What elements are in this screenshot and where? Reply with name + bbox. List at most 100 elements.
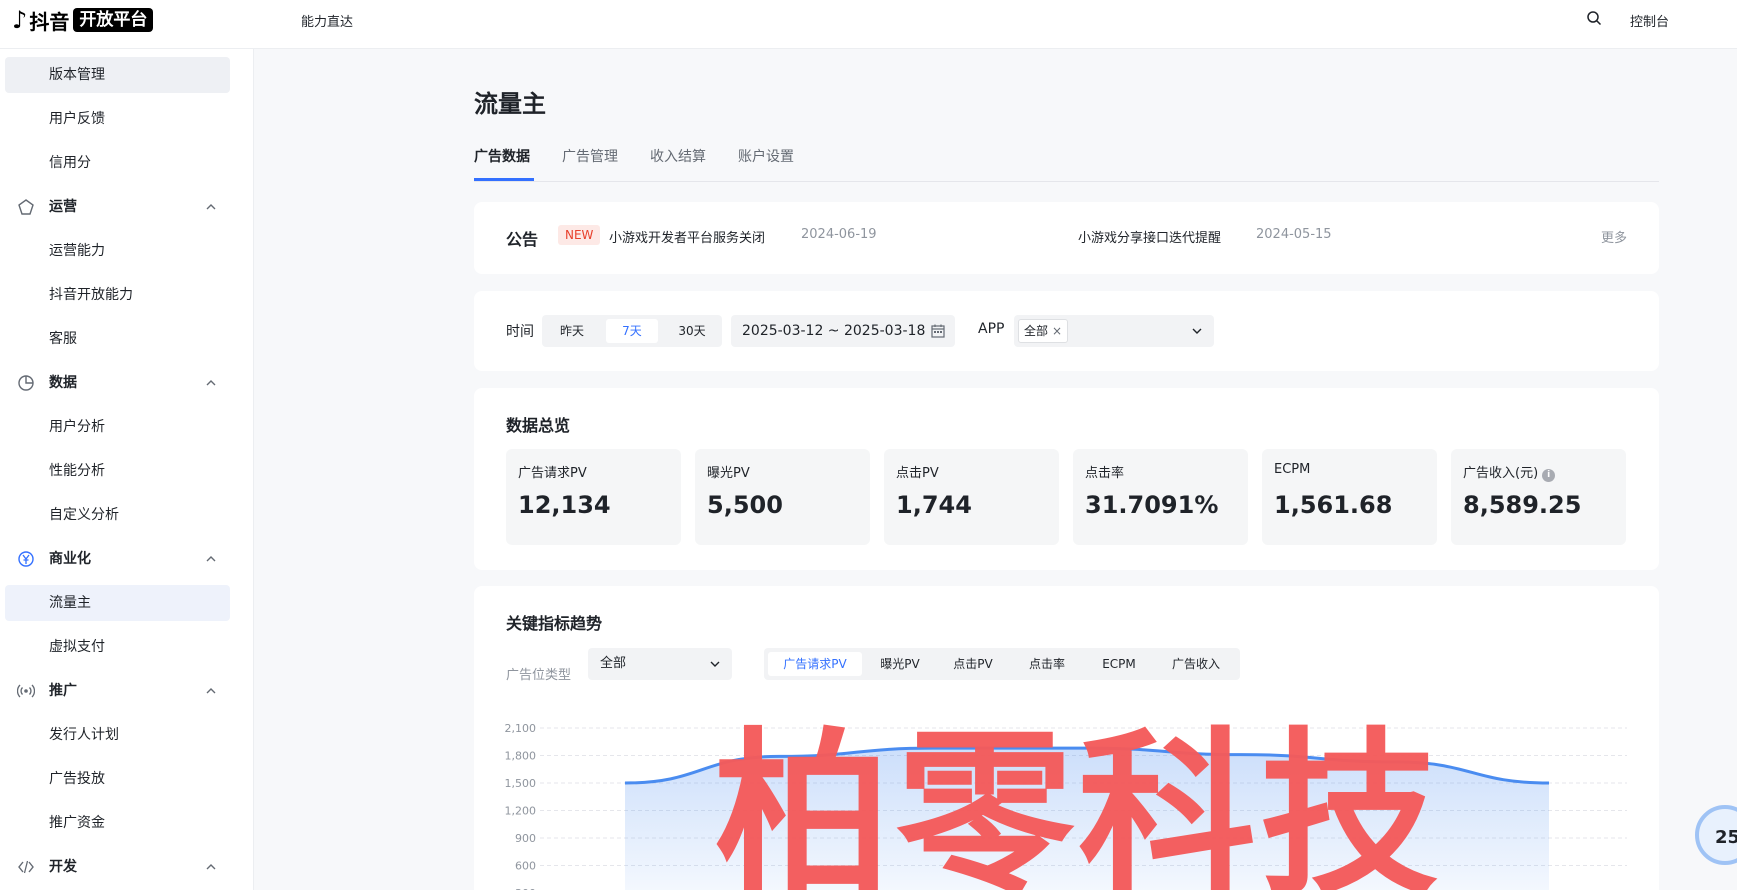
app-tag-label: 全部	[1024, 324, 1049, 338]
sidebar-item-virtual-payment[interactable]: 虚拟支付	[5, 629, 230, 665]
operations-icon	[18, 199, 34, 215]
notice-label: 公告	[506, 230, 539, 249]
sidebar-group-label: 开发	[49, 859, 77, 875]
sidebar-item-custom-analysis[interactable]: 自定义分析	[5, 497, 230, 533]
sidebar-group-development[interactable]: 开发	[5, 849, 230, 885]
chevron-down-icon	[1192, 328, 1202, 334]
brand-badge: 开放平台	[73, 8, 154, 32]
sidebar-group-monetization[interactable]: 商业化	[5, 541, 230, 577]
yuan-circle-icon	[18, 551, 34, 567]
metric-label: 点击率	[1085, 466, 1125, 481]
active-tab-indicator	[474, 178, 534, 181]
chevron-up-icon	[206, 556, 216, 562]
tab-income-settlement[interactable]: 收入结算	[650, 146, 706, 166]
metric-card: 点击PV 1,744	[884, 449, 1059, 545]
notice-link[interactable]: 小游戏开发者平台服务关闭	[609, 227, 765, 246]
sidebar-group-label: 商业化	[49, 551, 91, 567]
time-label: 时间	[506, 324, 534, 340]
metric-card: ECPM 1,561.68	[1262, 449, 1437, 545]
sidebar-group-promotion[interactable]: 推广	[5, 673, 230, 709]
broadcast-icon	[17, 684, 35, 698]
calendar-icon	[931, 324, 945, 338]
sidebar-item-promotion-funds[interactable]: 推广资金	[5, 805, 230, 841]
sidebar-item-douyin-open-capability[interactable]: 抖音开放能力	[5, 277, 230, 313]
time-option-7days[interactable]: 7天	[606, 319, 658, 343]
y-tick-label: 600	[515, 860, 536, 873]
date-range-picker[interactable]: 2025-03-12 ~ 2025-03-18	[731, 315, 955, 347]
watermark-text: 柏零科技	[714, 712, 1442, 890]
chevron-up-icon	[206, 380, 216, 386]
sidebar-item-operations-capability[interactable]: 运营能力	[5, 233, 230, 269]
sidebar-item-user-feedback[interactable]: 用户反馈	[5, 101, 230, 137]
notice-link[interactable]: 小游戏分享接口迭代提醒	[1078, 227, 1221, 246]
time-range-segmented: 昨天 7天 30天	[542, 315, 722, 347]
metric-value: 12,134	[518, 491, 611, 519]
date-range-value: 2025-03-12 ~ 2025-03-18	[742, 323, 926, 339]
overview-card: 数据总览 广告请求PV 12,134 曝光PV 5,500 点击PV 1,744…	[474, 388, 1659, 570]
chevron-up-icon	[206, 204, 216, 210]
notice-date: 2024-06-19	[801, 227, 877, 242]
chevron-up-icon	[206, 688, 216, 694]
y-tick-label: 1,500	[505, 777, 537, 790]
sidebar-item-ad-delivery[interactable]: 广告投放	[5, 761, 230, 797]
metric-value: 31.7091%	[1085, 491, 1219, 519]
sidebar-group-data[interactable]: 数据	[5, 365, 230, 401]
sidebar-item-publisher-plan[interactable]: 发行人计划	[5, 717, 230, 753]
metric-value: 5,500	[707, 491, 783, 519]
search-icon[interactable]	[1586, 10, 1602, 26]
sidebar-item-traffic-owner[interactable]: 流量主	[5, 585, 230, 621]
metric-card: 曝光PV 5,500	[695, 449, 870, 545]
sidebar-item-performance-analysis[interactable]: 性能分析	[5, 453, 230, 489]
metric-label: ECPM	[1274, 462, 1311, 477]
y-tick-label: 1,200	[505, 805, 537, 818]
tiktok-note-icon: ♪	[12, 6, 28, 34]
metric-card: 广告收入(元) i 8,589.25	[1451, 449, 1626, 545]
time-option-yesterday[interactable]: 昨天	[546, 319, 598, 343]
time-option-30days[interactable]: 30天	[666, 319, 718, 343]
metric-label: 广告请求PV	[518, 466, 587, 481]
metric-label: 广告收入(元) i	[1463, 462, 1556, 482]
top-bar: ♪ 抖音 开放平台 能力直达 控制台	[0, 0, 1737, 49]
metric-value: 1,744	[896, 491, 972, 519]
sidebar: 版本管理 用户反馈 信用分 运营 运营能力 抖音开放能力 客服 数据 用户分析 …	[0, 49, 254, 890]
metric-value: 1,561.68	[1274, 491, 1393, 519]
douyin-logo[interactable]: ♪ 抖音 开放平台	[12, 6, 154, 34]
y-tick-label: 900	[515, 832, 536, 845]
notice-card: 公告 NEW 小游戏开发者平台服务关闭 2024-06-19 小游戏分享接口迭代…	[474, 202, 1659, 274]
app-label: APP	[978, 321, 1005, 337]
metric-label: 曝光PV	[707, 466, 750, 481]
y-tick-label: 2,100	[505, 722, 537, 735]
tab-ad-management[interactable]: 广告管理	[562, 146, 618, 166]
sidebar-item-user-analysis[interactable]: 用户分析	[5, 409, 230, 445]
chevron-up-icon	[206, 864, 216, 870]
metric-label-text: 广告收入(元)	[1463, 466, 1539, 481]
y-tick-label: 1,800	[505, 750, 537, 763]
code-icon	[18, 860, 34, 874]
sidebar-item-customer-service[interactable]: 客服	[5, 321, 230, 357]
info-icon[interactable]: i	[1542, 469, 1556, 482]
page-tabs: 广告数据 广告管理 收入结算 账户设置	[474, 138, 1659, 182]
tab-account-settings[interactable]: 账户设置	[738, 146, 794, 166]
close-icon[interactable]: ×	[1052, 324, 1062, 338]
sidebar-group-operations[interactable]: 运营	[5, 189, 230, 225]
floating-badge-value: 25	[1715, 827, 1737, 848]
app-select[interactable]: 全部 ×	[1014, 315, 1214, 347]
capability-shortcut-link[interactable]: 能力直达	[301, 11, 353, 30]
sidebar-group-label: 数据	[49, 375, 77, 391]
console-link[interactable]: 控制台	[1630, 11, 1669, 30]
pie-chart-icon	[18, 375, 34, 391]
metric-label: 点击PV	[896, 466, 939, 481]
tab-ad-data[interactable]: 广告数据	[474, 146, 530, 166]
notice-more-link[interactable]: 更多	[1601, 227, 1627, 246]
sidebar-group-label: 推广	[49, 683, 77, 699]
overview-title: 数据总览	[506, 416, 571, 435]
new-badge: NEW	[558, 225, 601, 245]
sidebar-item-version-management[interactable]: 版本管理	[5, 57, 230, 93]
metric-card: 广告请求PV 12,134	[506, 449, 681, 545]
sidebar-item-credit-score[interactable]: 信用分	[5, 145, 230, 181]
metric-card: 点击率 31.7091%	[1073, 449, 1248, 545]
floating-progress-badge[interactable]: 25	[1695, 805, 1737, 865]
brand-name: 抖音	[29, 9, 70, 34]
page-title: 流量主	[474, 90, 546, 118]
notice-date: 2024-05-15	[1256, 227, 1332, 242]
